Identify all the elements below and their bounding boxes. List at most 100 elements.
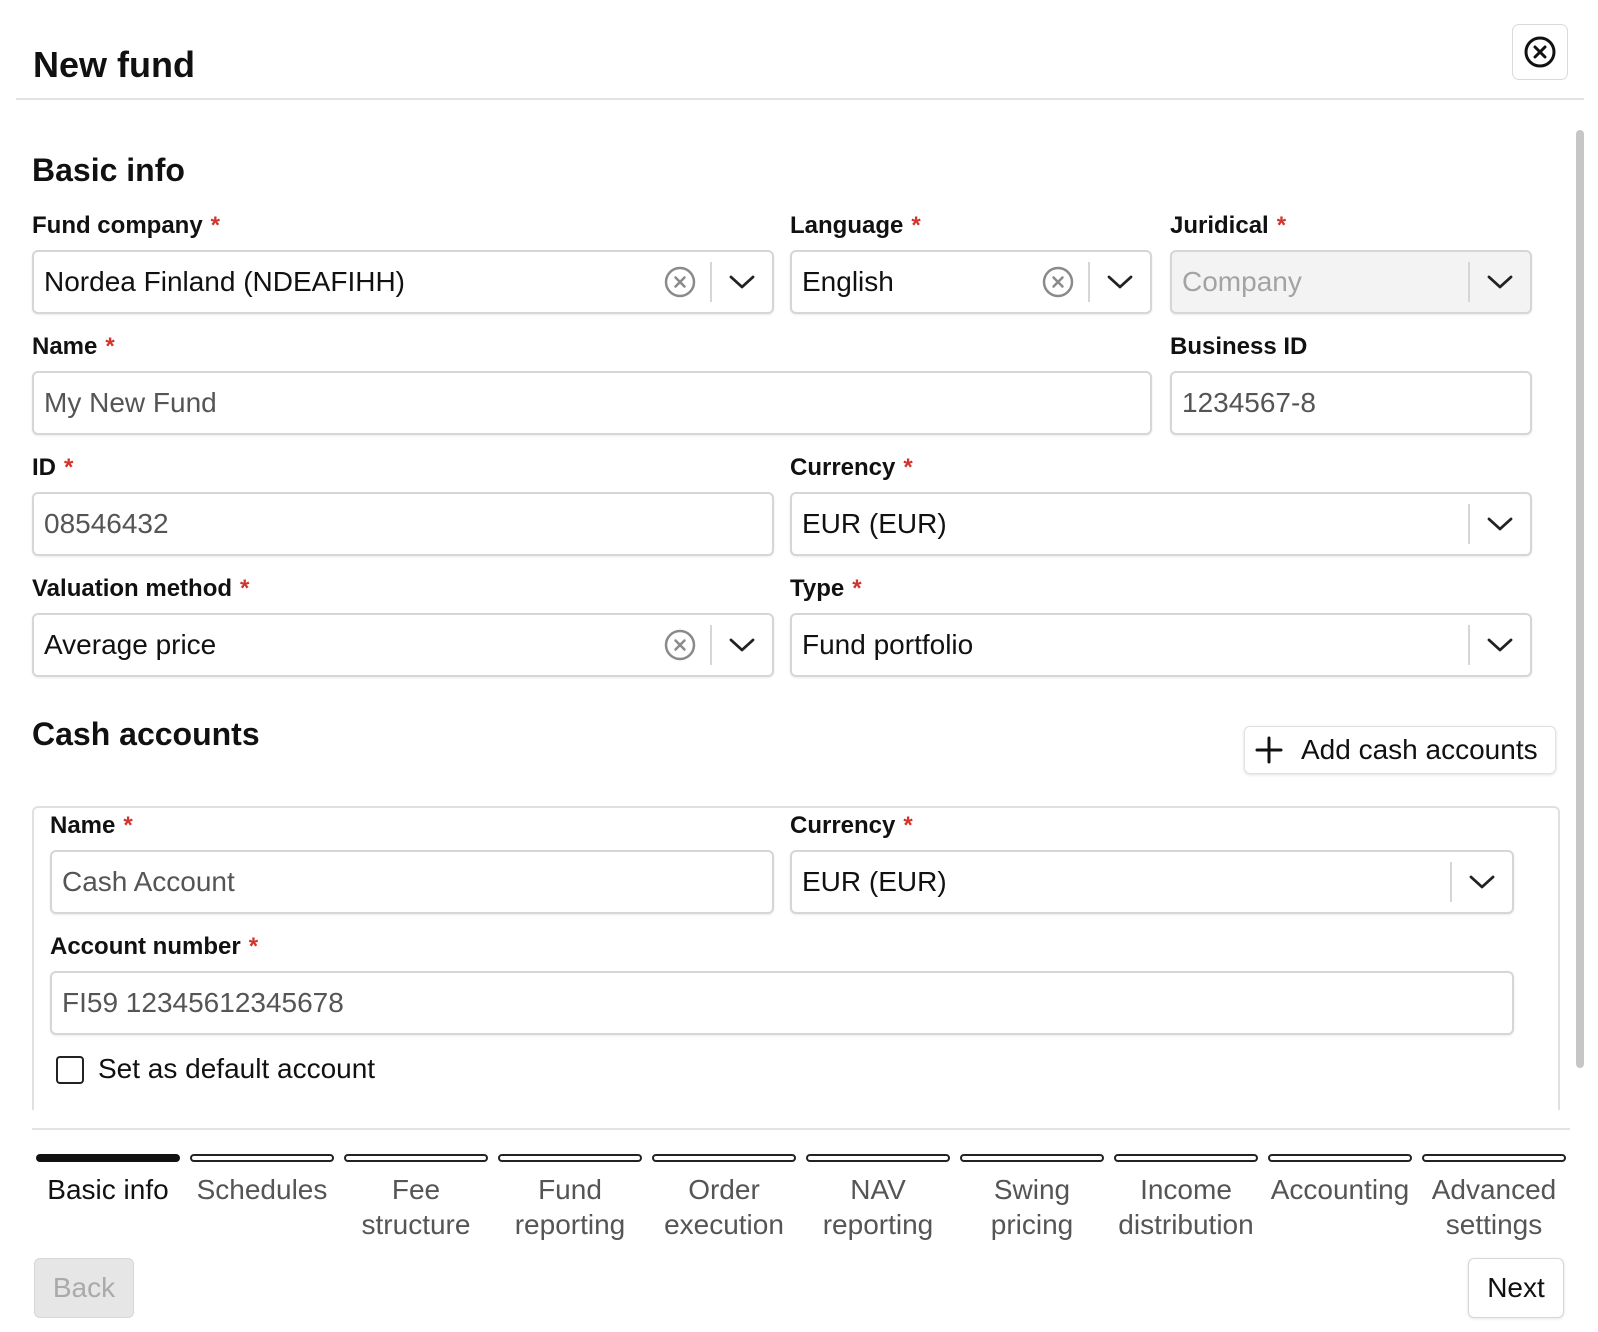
type-select[interactable]: Fund portfolio [790,613,1532,677]
fund-company-select[interactable]: Nordea Finland (NDEAFIHH) [32,250,774,314]
step-label: Order execution [664,1174,784,1240]
fund-company-value: Nordea Finland (NDEAFIHH) [44,266,405,297]
step-fee-structure[interactable]: Fee structure [344,1154,488,1242]
step-label: Schedules [196,1174,328,1205]
id-value: 08546432 [44,508,169,539]
step-label: Swing pricing [990,1174,1074,1240]
scrollbar[interactable] [1576,130,1584,1068]
chevron-down-icon[interactable] [1090,252,1150,312]
add-cash-accounts-label: Add cash accounts [1301,734,1538,765]
step-progress-bar [1268,1154,1412,1162]
cash-account-name-value: Cash Account [62,866,235,897]
required-marker: * [911,212,921,239]
step-label: Advanced settings [1431,1174,1557,1240]
valuation-method-value: Average price [44,629,217,660]
step-nav-reporting[interactable]: NAV reporting [806,1154,950,1242]
step-swing-pricing[interactable]: Swing pricing [960,1154,1104,1242]
juridical-placeholder: Company [1182,266,1302,297]
cash-account-currency-select[interactable]: EUR (EUR) [790,850,1514,914]
step-progress-bar [1114,1154,1258,1162]
step-progress-bar [498,1154,642,1162]
clear-circle-icon[interactable] [660,262,700,302]
cash-account-currency-value: EUR (EUR) [802,866,947,897]
required-marker: * [123,812,133,839]
close-button[interactable] [1512,24,1568,80]
step-progress-bar [1422,1154,1566,1162]
chevron-down-icon[interactable] [712,252,772,312]
chevron-down-icon[interactable] [1470,494,1530,554]
account-number-value: FI59 12345612345678 [62,987,344,1018]
cash-accounts-heading: Cash accounts [32,716,260,752]
currency-value: EUR (EUR) [802,508,947,539]
valuation-method-select[interactable]: Average price [32,613,774,677]
business-id-label: Business ID [1170,333,1308,360]
dialog-header: New fund [16,0,1584,100]
language-select[interactable]: English [790,250,1152,314]
add-cash-accounts-button[interactable]: Add cash accounts [1244,726,1556,774]
step-label: Fee structure [361,1174,471,1240]
required-marker: * [64,454,74,481]
required-marker: * [1276,212,1287,239]
step-schedules[interactable]: Schedules [190,1154,334,1207]
plus-icon [1255,736,1283,764]
chevron-down-icon[interactable] [1452,852,1512,912]
type-value: Fund portfolio [802,629,974,660]
step-progress-bar [960,1154,1104,1162]
language-value: English [802,266,894,297]
step-label: NAV reporting [822,1174,934,1240]
chevron-down-icon[interactable] [712,615,772,675]
default-account-label: Set as default account [98,1053,376,1084]
form-scroll-area[interactable]: Basic info Fund company * Language * Jurid… [0,102,1598,1110]
required-marker: * [903,454,913,481]
close-circle-icon [1524,36,1556,68]
step-progress-bar [806,1154,950,1162]
step-order-execution[interactable]: Order execution [652,1154,796,1242]
required-marker: * [105,333,115,360]
id-input[interactable]: 08546432 [32,492,774,556]
step-progress-bar [190,1154,334,1162]
step-income-distribution[interactable]: Income distribution [1114,1154,1258,1242]
step-advanced-settings[interactable]: Advanced settings [1422,1154,1566,1242]
business-id-value: 1234567-8 [1182,387,1316,418]
step-progress-bar [652,1154,796,1162]
language-label: Language * [790,212,921,239]
step-label: Fund reporting [514,1174,626,1240]
required-marker: * [903,812,913,839]
required-marker: * [248,933,259,960]
cash-account-name-input[interactable]: Cash Account [50,850,774,914]
required-marker: * [240,575,250,602]
step-basic-info[interactable]: Basic info [36,1154,180,1207]
next-button[interactable]: Next [1468,1258,1564,1318]
type-label: Type * [790,575,862,602]
step-accounting[interactable]: Accounting [1268,1154,1412,1207]
currency-select[interactable]: EUR (EUR) [790,492,1532,556]
footer-divider [32,1128,1570,1130]
name-input[interactable]: My New Fund [32,371,1152,435]
clear-circle-icon[interactable] [660,625,700,665]
chevron-down-icon[interactable] [1470,252,1530,312]
basic-info-heading: Basic info [32,152,185,188]
juridical-label: Juridical * [1170,212,1287,239]
step-progress-bar [344,1154,488,1162]
back-button[interactable]: Back [34,1258,134,1318]
account-number-label: Account number * [50,933,259,960]
business-id-input[interactable]: 1234567-8 [1170,371,1532,435]
currency-label: Currency * [790,454,913,481]
cash-account-name-label: Name * [50,812,133,839]
step-label: Income distribution [1118,1174,1254,1240]
juridical-select[interactable]: Company [1170,250,1532,314]
step-progress-bar [36,1154,180,1162]
name-label: Name * [32,333,115,360]
default-account-checkbox[interactable] [56,1056,84,1084]
step-label: Accounting [1270,1174,1410,1205]
step-label: Basic info [47,1174,169,1205]
step-fund-reporting[interactable]: Fund reporting [498,1154,642,1242]
chevron-down-icon[interactable] [1470,615,1530,675]
clear-circle-icon[interactable] [1038,262,1078,302]
account-number-input[interactable]: FI59 12345612345678 [50,971,1514,1035]
dialog-title: New fund [33,44,195,85]
id-label: ID * [32,454,74,481]
new-fund-dialog: New fund Basic info Fund company * Langua… [0,0,1598,1332]
valuation-method-label: Valuation method * [32,575,250,602]
fund-company-label: Fund company * [32,212,221,239]
